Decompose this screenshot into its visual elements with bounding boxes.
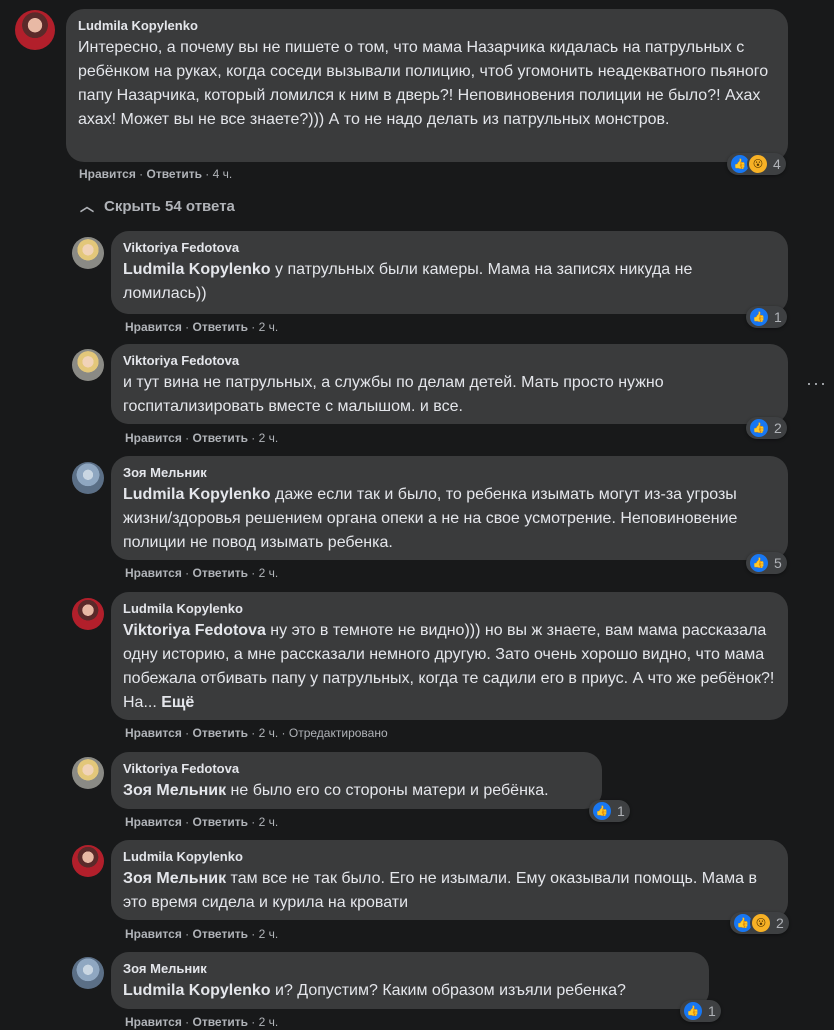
reply-actions: Нравится · Ответить · 2 ч. xyxy=(125,927,279,941)
avatar[interactable] xyxy=(72,957,104,989)
avatar[interactable] xyxy=(72,462,104,494)
mention-link[interactable]: Зоя Мельник xyxy=(123,870,226,887)
reply-time[interactable]: 2 ч. xyxy=(259,431,279,445)
wow-reaction-icon: 😮 xyxy=(750,912,772,934)
reply-bubble: Viktoriya Fedotova Зоя Мельник не было е… xyxy=(111,752,602,809)
comment-time[interactable]: 4 ч. xyxy=(213,167,233,181)
reply-author[interactable]: Ludmila Kopylenko xyxy=(123,600,776,618)
wow-reaction-icon: 😮 xyxy=(747,153,769,175)
reply-button[interactable]: Ответить xyxy=(193,1015,248,1029)
reaction-count: 2 xyxy=(774,420,782,436)
reply-actions: Нравится · Ответить · 2 ч. xyxy=(125,815,279,829)
edited-label: Отредактировано xyxy=(288,726,388,740)
reply-actions: Нравится · Ответить · 2 ч. xyxy=(125,1015,279,1029)
reaction-count: 2 xyxy=(776,915,784,931)
reply-time[interactable]: 2 ч. xyxy=(259,1015,279,1029)
hide-replies-label: Скрыть 54 ответа xyxy=(104,197,235,215)
reply-text: Зоя Мельник не было его со стороны матер… xyxy=(123,782,549,799)
mention-link[interactable]: Ludmila Kopylenko xyxy=(123,486,271,503)
reply-bubble: Viktoriya Fedotova и тут вина не патруль… xyxy=(111,344,788,424)
comment-text: Интересно, а почему вы не пишете о том, … xyxy=(78,39,769,128)
like-button[interactable]: Нравится xyxy=(79,167,136,181)
avatar[interactable] xyxy=(72,349,104,381)
reply-actions: Нравится · Ответить · 2 ч. xyxy=(125,566,279,580)
like-reaction-icon: 👍 xyxy=(748,552,770,574)
reply-author[interactable]: Viktoriya Fedotova xyxy=(123,352,776,370)
like-button[interactable]: Нравится xyxy=(125,320,182,334)
more-dots-icon[interactable]: ··· xyxy=(806,373,827,394)
avatar[interactable] xyxy=(72,845,104,877)
reply-bubble: Viktoriya Fedotova Ludmila Kopylenko у п… xyxy=(111,231,788,314)
reply-time[interactable]: 2 ч. xyxy=(259,566,279,580)
reply-actions: Нравится · Ответить · 2 ч. xyxy=(125,320,279,334)
reply-time[interactable]: 2 ч. xyxy=(259,927,279,941)
reactions-badge[interactable]: 👍 😮 2 xyxy=(730,912,789,934)
reply-actions: Нравится · Ответить · 2 ч. · Отредактиро… xyxy=(125,726,388,740)
chevron-up-icon: ︿ xyxy=(80,198,94,214)
reply-text: Viktoriya Fedotova ну это в темноте не в… xyxy=(123,622,775,711)
reply-button[interactable]: Ответить xyxy=(193,320,248,334)
avatar[interactable] xyxy=(72,757,104,789)
like-button[interactable]: Нравится xyxy=(125,566,182,580)
reply-bubble: Ludmila Kopylenko Viktoriya Fedotova ну … xyxy=(111,592,788,720)
reply-author[interactable]: Зоя Мельник xyxy=(123,960,697,978)
reply-text: Зоя Мельник там все не так было. Его не … xyxy=(123,870,758,911)
reaction-count: 1 xyxy=(617,803,625,819)
like-reaction-icon: 👍 xyxy=(748,306,770,328)
reply-author[interactable]: Viktoriya Fedotova xyxy=(123,239,776,257)
hide-replies-button[interactable]: ︿ Скрыть 54 ответа xyxy=(80,196,235,216)
like-reaction-icon: 👍 xyxy=(748,417,770,439)
reactions-badge[interactable]: 👍 5 xyxy=(746,552,787,574)
reply-button[interactable]: Ответить xyxy=(193,726,248,740)
like-button[interactable]: Нравится xyxy=(125,431,182,445)
reaction-count: 1 xyxy=(708,1003,716,1019)
reaction-count: 4 xyxy=(773,156,781,172)
reply-button[interactable]: Ответить xyxy=(193,927,248,941)
like-button[interactable]: Нравится xyxy=(125,726,182,740)
reply-button[interactable]: Ответить xyxy=(147,167,202,181)
reply-time[interactable]: 2 ч. xyxy=(259,815,279,829)
reply-text: Ludmila Kopylenko и? Допустим? Каким обр… xyxy=(123,982,626,999)
mention-link[interactable]: Ludmila Kopylenko xyxy=(123,982,271,999)
like-reaction-icon: 👍 xyxy=(682,1000,704,1022)
comment-actions: Нравится · Ответить · 4 ч. xyxy=(79,167,233,181)
reply-bubble: Зоя Мельник Ludmila Kopylenko даже если … xyxy=(111,456,788,560)
mention-link[interactable]: Ludmila Kopylenko xyxy=(123,261,271,278)
reply-button[interactable]: Ответить xyxy=(193,815,248,829)
reaction-count: 5 xyxy=(774,555,782,571)
reply-button[interactable]: Ответить xyxy=(193,566,248,580)
like-button[interactable]: Нравится xyxy=(125,927,182,941)
reply-text: и тут вина не патрульных, а службы по де… xyxy=(123,374,664,415)
like-reaction-icon: 👍 xyxy=(591,800,613,822)
mention-link[interactable]: Зоя Мельник xyxy=(123,782,226,799)
reply-time[interactable]: 2 ч. xyxy=(259,320,279,334)
reply-author[interactable]: Ludmila Kopylenko xyxy=(123,848,776,866)
reactions-badge[interactable]: 👍 1 xyxy=(746,306,787,328)
see-more-link[interactable]: Ещё xyxy=(161,694,194,711)
reply-button[interactable]: Ответить xyxy=(193,431,248,445)
reply-text: Ludmila Kopylenko у патрульных были каме… xyxy=(123,261,693,302)
like-button[interactable]: Нравится xyxy=(125,815,182,829)
avatar[interactable] xyxy=(15,10,55,50)
reply-author[interactable]: Viktoriya Fedotova xyxy=(123,760,590,778)
reply-author[interactable]: Зоя Мельник xyxy=(123,464,776,482)
mention-link[interactable]: Viktoriya Fedotova xyxy=(123,622,266,639)
reply-actions: Нравится · Ответить · 2 ч. xyxy=(125,431,279,445)
avatar[interactable] xyxy=(72,598,104,630)
like-button[interactable]: Нравится xyxy=(125,1015,182,1029)
reactions-badge[interactable]: 👍 2 xyxy=(746,417,787,439)
reply-bubble: Ludmila Kopylenko Зоя Мельник там все не… xyxy=(111,840,788,920)
reactions-badge[interactable]: 👍 😮 4 xyxy=(727,153,786,175)
reactions-badge[interactable]: 👍 1 xyxy=(589,800,630,822)
reply-time[interactable]: 2 ч. xyxy=(259,726,279,740)
avatar[interactable] xyxy=(72,237,104,269)
reply-text: Ludmila Kopylenko даже если так и было, … xyxy=(123,486,738,551)
reaction-count: 1 xyxy=(774,309,782,325)
reply-bubble: Зоя Мельник Ludmila Kopylenko и? Допусти… xyxy=(111,952,709,1009)
reactions-badge[interactable]: 👍 1 xyxy=(680,1000,721,1022)
comment-author[interactable]: Ludmila Kopylenko xyxy=(78,17,776,35)
comment-bubble: Ludmila Kopylenko Интересно, а почему вы… xyxy=(66,9,788,162)
